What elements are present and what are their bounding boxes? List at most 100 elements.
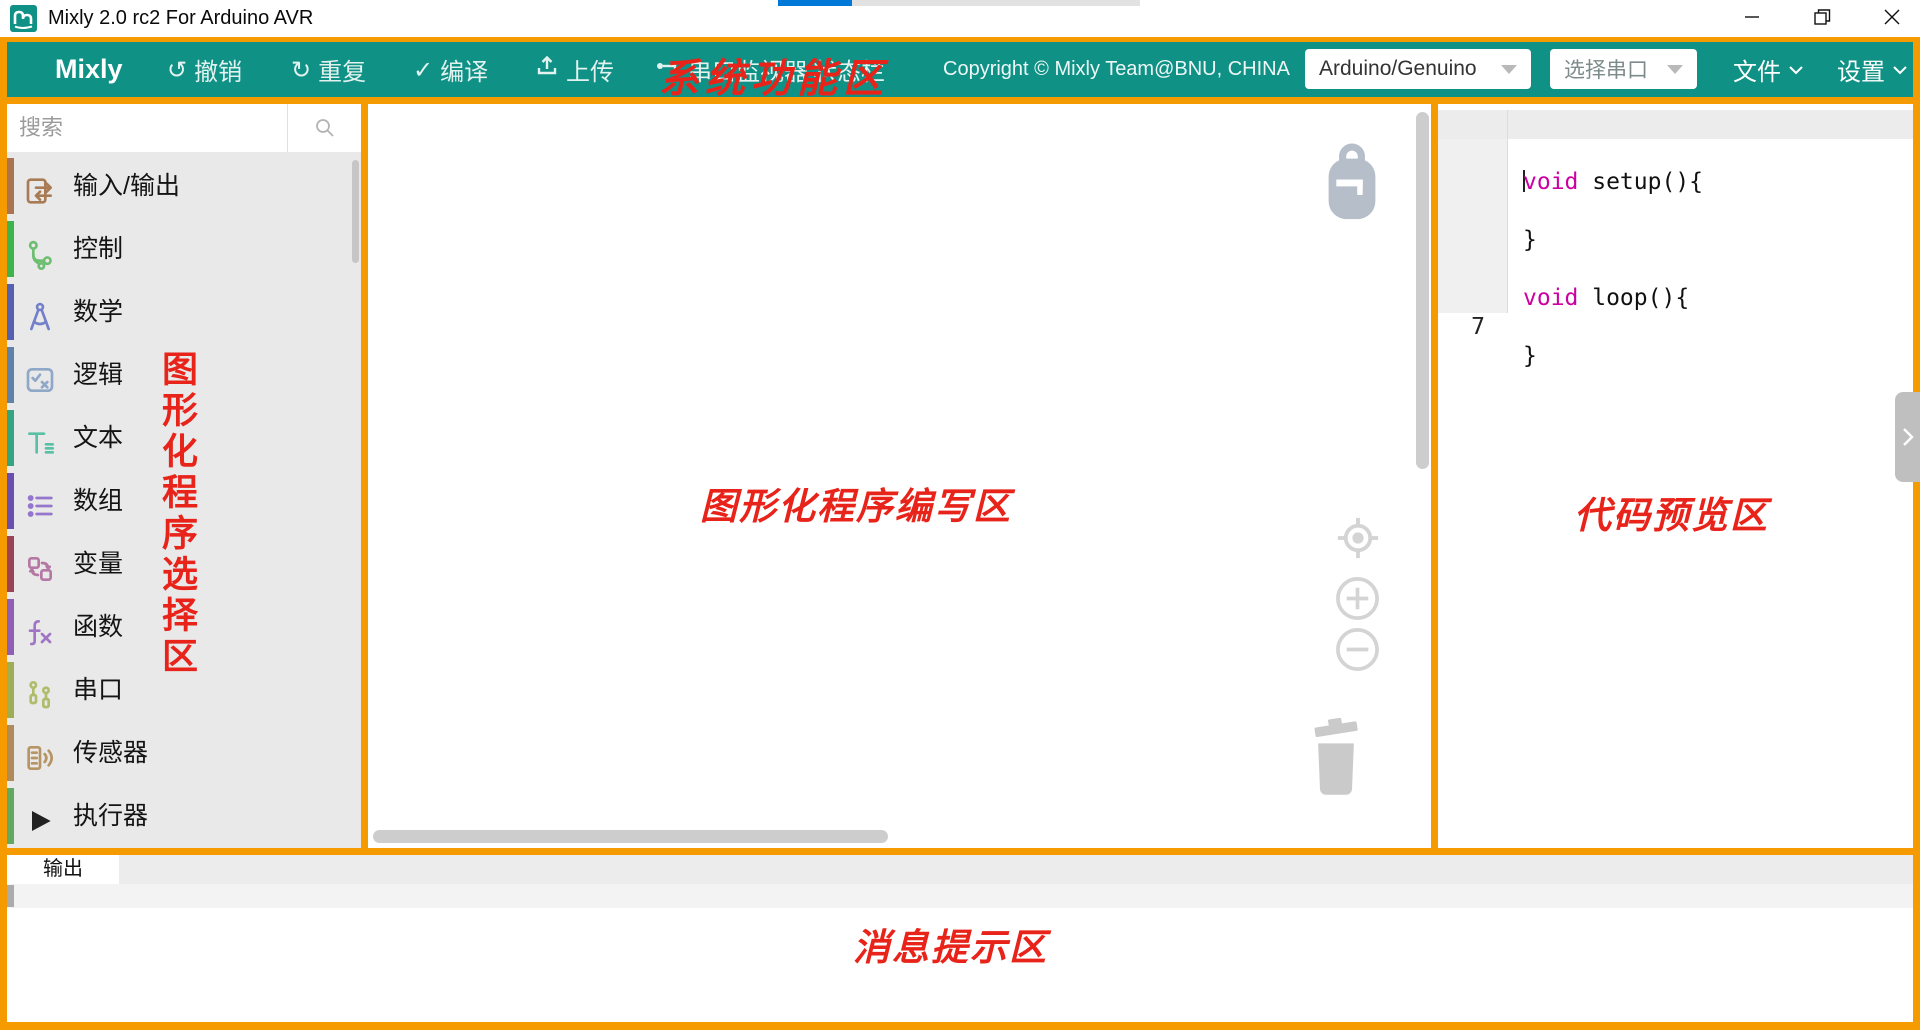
main-toolbar: Mixly ↺ 撤销 ↻ 重复 ✓ 编译 上传 串口监视器 状态栏 Copyri… (7, 42, 1913, 97)
code-gutter: 5 ▾ (1438, 226, 1508, 255)
sidebar-item-serial[interactable]: 串口 (7, 659, 361, 722)
category-label: 传感器 (73, 722, 148, 785)
control-icon (24, 234, 56, 266)
category-label: 执行器 (73, 785, 148, 848)
category-color-bar (7, 473, 14, 529)
io-icon (24, 171, 56, 203)
sidebar-item-actuator[interactable]: 执行器 (7, 785, 361, 848)
category-color-bar (7, 347, 14, 403)
code-preview-panel[interactable]: 1 ▾ void setup(){ 2 ▾ 3 ▾ } 4 ▾ 5 ▾ void… (1438, 104, 1913, 848)
tab-output[interactable]: 输出 (7, 855, 119, 884)
category-label: 逻辑 (73, 344, 123, 407)
trash-icon[interactable] (1304, 712, 1368, 809)
chevron-down-icon (1501, 65, 1517, 74)
panel-collapse-tab[interactable] (1895, 392, 1920, 482)
restore-button[interactable] (1799, 0, 1845, 34)
variable-icon (24, 549, 56, 581)
canvas-horizontal-scrollbar[interactable] (373, 830, 888, 843)
chevron-right-icon (1900, 425, 1916, 449)
brand-mixly[interactable]: Mixly (55, 42, 123, 97)
category-label: 串口 (73, 659, 123, 722)
progress-fill (778, 0, 852, 6)
search-button[interactable] (287, 104, 361, 152)
sidebar-item-control[interactable]: 控制 (7, 218, 361, 281)
upload-icon (535, 54, 559, 85)
zoom-out-button[interactable] (1334, 626, 1381, 678)
function-icon (24, 612, 56, 644)
annotation-message-area: 消息提示区 (853, 917, 1048, 971)
chevron-down-icon (1667, 65, 1683, 74)
category-list: 输入/输出 控制 数学 逻辑 文本 数组 变量 函数 串口 (7, 155, 361, 848)
file-menu[interactable]: 文件 (1733, 42, 1805, 97)
port-select[interactable]: 选择串口 (1550, 49, 1697, 89)
category-label: 函数 (73, 596, 123, 659)
check-icon: ✓ (413, 56, 433, 84)
sensor-icon (24, 738, 56, 770)
minimize-button[interactable] (1729, 0, 1775, 34)
sidebar-item-array[interactable]: 数组 (7, 470, 361, 533)
undo-icon: ↺ (167, 56, 187, 84)
sidebar-item-logic[interactable]: 逻辑 (7, 344, 361, 407)
code-line: 5 ▾ void loop(){ (1438, 226, 1913, 255)
line-number: 7 (1471, 313, 1485, 342)
block-category-sidebar: 输入/输出 控制 数学 逻辑 文本 数组 变量 函数 串口 (7, 104, 361, 848)
redo-button[interactable]: ↻ 重复 (291, 42, 366, 97)
sidebar-item-function[interactable]: 函数 (7, 596, 361, 659)
category-label: 控制 (73, 218, 123, 281)
board-select[interactable]: Arduino/Genuino (1305, 49, 1531, 89)
backpack-icon[interactable] (1319, 142, 1385, 227)
sidebar-scrollbar[interactable] (352, 160, 359, 263)
category-color-bar (7, 410, 14, 466)
category-color-bar (7, 662, 14, 718)
sidebar-item-math[interactable]: 数学 (7, 281, 361, 344)
compile-button[interactable]: ✓ 编译 (413, 42, 488, 97)
undo-button[interactable]: ↺ 撤销 (167, 42, 242, 97)
sidebar-item-io[interactable]: 输入/输出 (7, 155, 361, 218)
output-console-row[interactable] (7, 884, 1913, 908)
code-line: 3 ▾ } (1438, 168, 1913, 197)
category-color-bar (7, 788, 14, 844)
zoom-in-button[interactable] (1334, 575, 1381, 627)
category-label: 数组 (73, 470, 123, 533)
redo-icon: ↻ (291, 56, 311, 84)
upload-button[interactable]: 上传 (535, 42, 614, 97)
search-row (7, 104, 361, 152)
category-color-bar (7, 158, 14, 214)
output-caret (7, 885, 14, 907)
canvas-vertical-scrollbar[interactable] (1416, 112, 1429, 469)
code-line: 1 ▾ void setup(){ (1438, 110, 1913, 139)
center-view-button[interactable] (1337, 517, 1379, 564)
chevron-down-icon (1891, 62, 1909, 78)
block-workspace[interactable]: 图形化程序编写区 (368, 104, 1431, 848)
category-label: 输入/输出 (73, 155, 180, 218)
status-bar-button[interactable]: 状态栏 (813, 42, 885, 97)
annotation-block-editor-area: 图形化程序编写区 (700, 476, 1012, 530)
copyright-text: Copyright © Mixly Team@BNU, CHINA (943, 42, 1290, 97)
category-color-bar (7, 725, 14, 781)
code-line: 2 ▾ (1438, 139, 1913, 168)
text-icon (24, 423, 56, 455)
serial-plug-icon (655, 54, 681, 85)
code-gutter: 6 ▾ (1438, 255, 1508, 284)
code-editor: 1 ▾ void setup(){ 2 ▾ 3 ▾ } 4 ▾ 5 ▾ void… (1438, 104, 1913, 313)
code-line: 7 ▾ } (1438, 284, 1913, 313)
sidebar-item-text[interactable]: 文本 (7, 407, 361, 470)
sidebar-item-variable[interactable]: 变量 (7, 533, 361, 596)
search-input[interactable] (7, 104, 287, 152)
code-gutter: 3 ▾ (1438, 168, 1508, 197)
output-tabstrip: 输出 (7, 855, 1913, 884)
chevron-down-icon (1787, 62, 1805, 78)
search-icon (313, 116, 337, 140)
sidebar-item-sensor[interactable]: 传感器 (7, 722, 361, 785)
settings-menu[interactable]: 设置 (1837, 42, 1909, 97)
code-gutter: 2 ▾ (1438, 139, 1508, 168)
serial-monitor-button[interactable]: 串口监视器 (655, 42, 808, 97)
annotation-code-preview-area: 代码预览区 (1574, 485, 1769, 539)
title-bar: Mixly 2.0 rc2 For Arduino AVR (0, 0, 1920, 37)
category-label: 变量 (73, 533, 123, 596)
progress-bar (778, 0, 1140, 6)
code-gutter: 4 ▾ (1438, 197, 1508, 226)
close-button[interactable] (1869, 0, 1915, 34)
category-color-bar (7, 536, 14, 592)
array-icon (24, 486, 56, 518)
